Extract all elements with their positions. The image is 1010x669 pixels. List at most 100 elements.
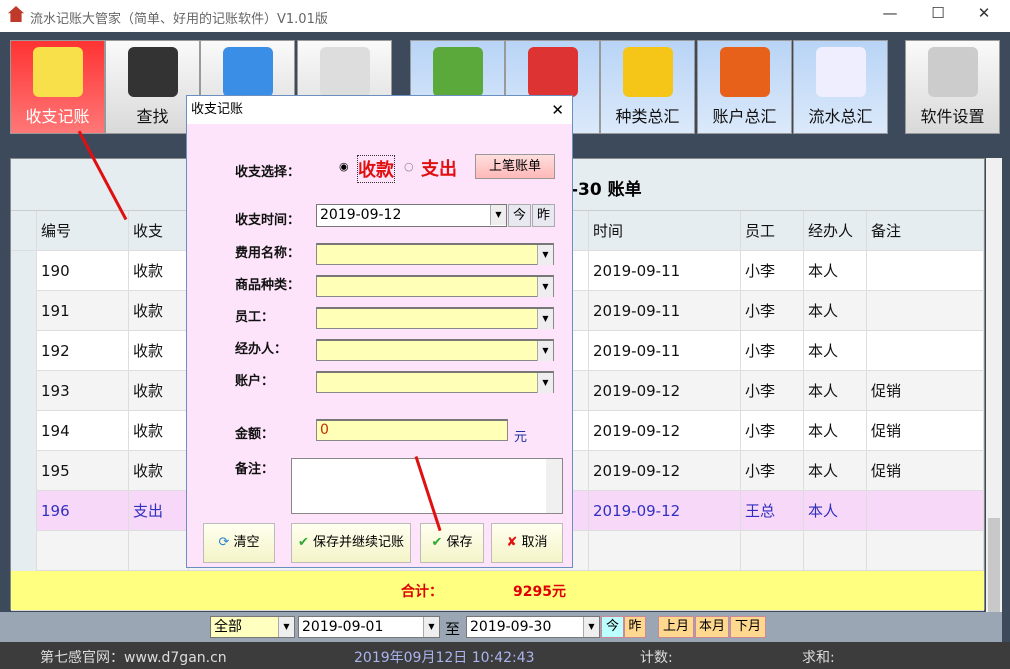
table-cell: 2019-09-11 xyxy=(589,251,741,291)
table-cell xyxy=(589,531,741,571)
toolbar-label: 软件设置 xyxy=(920,107,985,126)
table-cell: 2019-09-12 xyxy=(589,371,741,411)
window-title: 流水记账大管家（简单、好用的记账软件）V1.01版 xyxy=(30,12,328,27)
minimize-button[interactable]: — xyxy=(870,4,910,28)
spreadsheet-icon xyxy=(816,47,866,97)
table-cell xyxy=(11,491,37,531)
save-continue-button[interactable]: ✔ 保存并继续记账 xyxy=(291,523,411,563)
table-cell: 195 xyxy=(37,451,129,491)
category-select[interactable]: ▼ xyxy=(316,275,554,297)
table-cell xyxy=(37,531,129,571)
fee-label: 费用名称： xyxy=(235,246,301,261)
toolbar-button-9[interactable]: 软件设置 xyxy=(905,40,1000,134)
table-cell: 收款 xyxy=(129,291,189,331)
type-label: 收支选择： xyxy=(235,165,301,180)
from-date[interactable]: 2019-09-01 ▼ xyxy=(298,616,440,638)
x-icon: ✘ xyxy=(506,535,518,550)
amount-input[interactable]: 0 xyxy=(316,419,508,441)
income-radio[interactable]: ◉ xyxy=(339,160,349,173)
clear-button[interactable]: ⟳ 清空 xyxy=(203,523,275,563)
entry-dialog: 收支记账 ✕ 收支选择： ◉ 收款 ○ 支出 上笔账单 收支时间： 2019-0… xyxy=(186,95,573,568)
usb-drive-icon xyxy=(223,47,273,97)
today-button[interactable]: 今 xyxy=(601,616,624,638)
dialog-close-icon[interactable]: ✕ xyxy=(551,96,564,124)
table-cell: 收款 xyxy=(129,251,189,291)
table-cell: 本人 xyxy=(804,411,867,451)
yesterday-button[interactable]: 昨 xyxy=(624,616,646,638)
table-cell: 2019-09-12 xyxy=(589,451,741,491)
person-icon xyxy=(528,47,578,97)
account-label: 账户： xyxy=(235,374,275,389)
table-cell xyxy=(11,251,37,291)
table-cell xyxy=(11,531,37,571)
close-button[interactable]: ✕ xyxy=(964,4,1004,28)
toolbar-button-7[interactable]: 账户总汇 xyxy=(697,40,792,134)
type-select[interactable]: 全部 ▼ xyxy=(210,616,295,638)
dialog-title-bar: 收支记账 ✕ xyxy=(187,96,572,124)
toolbar-label: 种类总汇 xyxy=(615,107,680,126)
table-cell xyxy=(867,531,984,571)
vertical-scrollbar[interactable] xyxy=(986,158,1002,640)
table-cell: 190 xyxy=(37,251,129,291)
toolbar-label: 流水总汇 xyxy=(808,107,873,126)
table-cell: 小李 xyxy=(741,291,804,331)
table-cell xyxy=(11,291,37,331)
staff-select[interactable]: ▼ xyxy=(316,307,554,329)
expense-radio[interactable]: ○ xyxy=(404,160,414,173)
table-cell: 191 xyxy=(37,291,129,331)
table-cell: 本人 xyxy=(804,451,867,491)
save-button[interactable]: ✔ 保存 xyxy=(420,523,484,563)
last-bill-button[interactable]: 上笔账单 xyxy=(475,154,555,179)
table-cell: 本人 xyxy=(804,371,867,411)
table-cell: 促销 xyxy=(867,371,984,411)
cancel-button[interactable]: ✘ 取消 xyxy=(491,523,563,563)
table-cell: 194 xyxy=(37,411,129,451)
site-link[interactable]: 第七感官网：www.d7gan.cn xyxy=(40,647,227,667)
table-cell: 2019-09-11 xyxy=(589,331,741,371)
sum-label: 求和: xyxy=(802,650,835,666)
title-bar: 流水记账大管家（简单、好用的记账软件）V1.01版 — ☐ ✕ xyxy=(0,0,1010,32)
column-header: 时间 xyxy=(589,211,741,251)
table-cell: 2019-09-11 xyxy=(589,291,741,331)
app-home-icon xyxy=(8,6,24,22)
income-label[interactable]: 收款 xyxy=(357,155,395,183)
dialog-today-button[interactable]: 今 xyxy=(508,204,531,227)
fee-name-select[interactable]: ▼ xyxy=(316,243,554,265)
table-cell: 促销 xyxy=(867,411,984,451)
time-date-input[interactable]: 2019-09-12 ▼ xyxy=(316,204,507,227)
table-cell: 小李 xyxy=(741,451,804,491)
amount-label: 金额： xyxy=(235,427,275,442)
total-value: 9295元 xyxy=(513,584,566,600)
next-month-button[interactable]: 下月 xyxy=(730,616,766,638)
table-cell: 2019-09-12 xyxy=(589,411,741,451)
table-cell: 2019-09-12 xyxy=(589,491,741,531)
note-scrollbar[interactable] xyxy=(546,459,562,513)
account-select[interactable]: ▼ xyxy=(316,371,554,393)
column-header: 备注 xyxy=(867,211,984,251)
toolbar-button-0[interactable]: 收支记账 xyxy=(10,40,105,134)
prev-month-button[interactable]: 上月 xyxy=(658,616,694,638)
expense-label[interactable]: 支出 xyxy=(421,155,457,181)
grid-title: -30 账单 xyxy=(571,180,642,200)
dialog-yesterday-button[interactable]: 昨 xyxy=(532,204,555,227)
to-date[interactable]: 2019-09-30 ▼ xyxy=(466,616,600,638)
table-cell: 收款 xyxy=(129,451,189,491)
table-cell xyxy=(867,331,984,371)
table-cell xyxy=(11,411,37,451)
binoculars-icon xyxy=(128,47,178,97)
scroll-thumb[interactable] xyxy=(988,518,1000,618)
toolbar-button-6[interactable]: 种类总汇 xyxy=(600,40,695,134)
table-cell xyxy=(867,291,984,331)
table-cell: 本人 xyxy=(804,291,867,331)
column-header: 经办人 xyxy=(804,211,867,251)
this-month-button[interactable]: 本月 xyxy=(695,616,729,638)
gear-icon xyxy=(928,47,978,97)
table-cell xyxy=(741,531,804,571)
maximize-button[interactable]: ☐ xyxy=(918,4,958,28)
handler-label: 经办人： xyxy=(235,342,288,357)
handler-select[interactable]: ▼ xyxy=(316,339,554,361)
table-cell xyxy=(11,451,37,491)
table-cell: 促销 xyxy=(867,451,984,491)
toolbar-button-8[interactable]: 流水总汇 xyxy=(793,40,888,134)
dollar-icon xyxy=(720,47,770,97)
